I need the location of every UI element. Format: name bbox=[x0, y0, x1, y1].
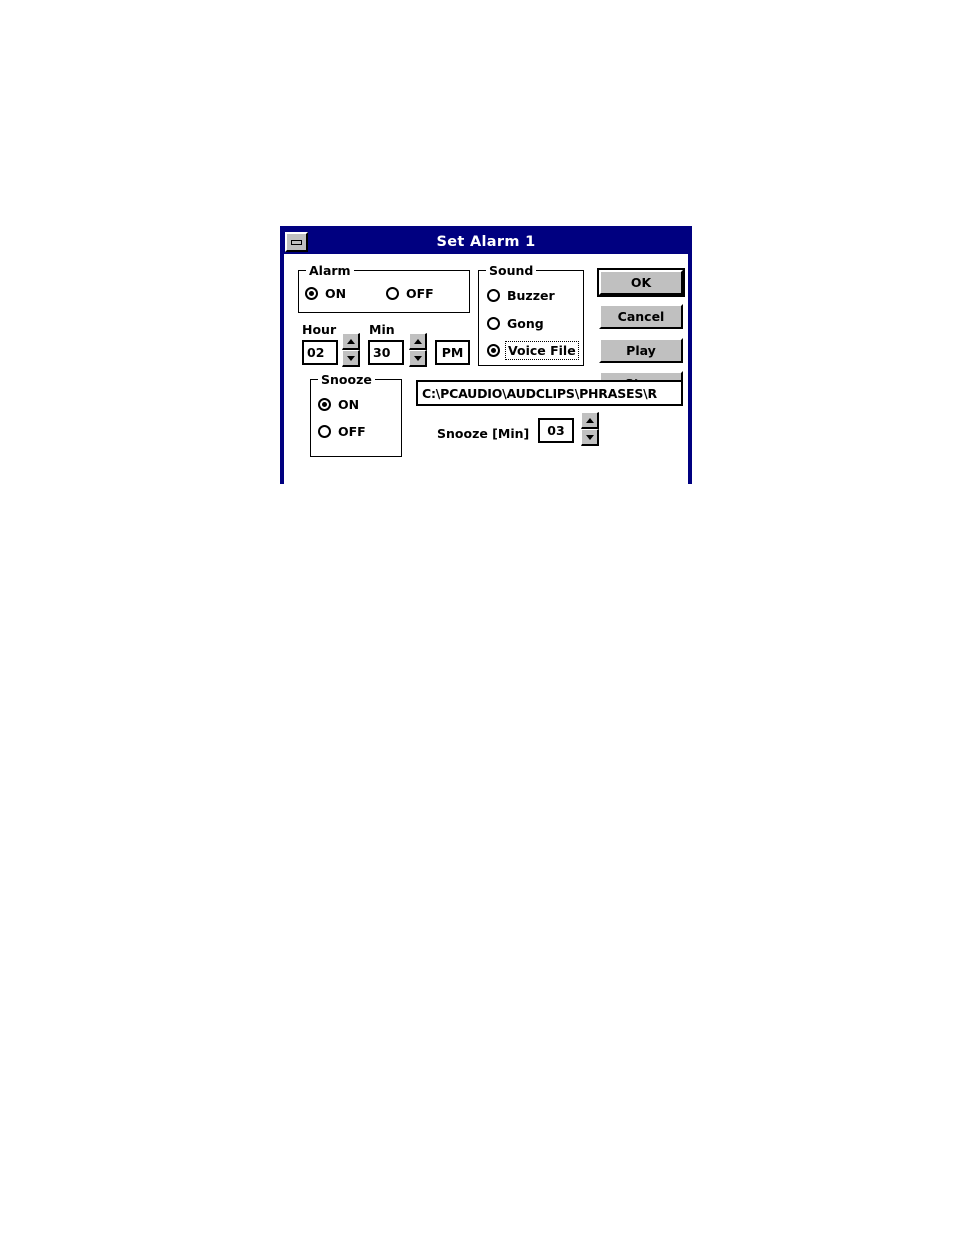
snooze-radio-on-label: ON bbox=[338, 397, 360, 412]
arrow-down-icon bbox=[346, 355, 355, 361]
radio-icon bbox=[318, 398, 331, 411]
hour-spinner-up[interactable] bbox=[342, 333, 360, 350]
sound-group: Sound Buzzer Gong Voice File bbox=[478, 263, 584, 366]
radio-icon bbox=[487, 344, 500, 357]
alarm-radio-on-label: ON bbox=[325, 286, 347, 301]
meridiem-toggle[interactable]: PM bbox=[435, 340, 470, 365]
hour-spinner[interactable] bbox=[342, 333, 360, 367]
hour-label: Hour bbox=[302, 322, 337, 337]
sound-radio-buzzer[interactable]: Buzzer bbox=[487, 288, 555, 303]
sound-radio-voice-file[interactable]: Voice File bbox=[487, 341, 579, 360]
min-input[interactable]: 30 bbox=[368, 340, 404, 365]
radio-icon bbox=[386, 287, 399, 300]
min-spinner-down[interactable] bbox=[409, 350, 427, 367]
arrow-up-icon bbox=[413, 338, 422, 344]
hour-input[interactable]: 02 bbox=[302, 340, 338, 365]
snooze-group-label: Snooze bbox=[318, 372, 375, 387]
set-alarm-dialog: Set Alarm 1 Alarm ON OFF Hour 02 Min 30 … bbox=[280, 226, 692, 484]
alarm-radio-off[interactable]: OFF bbox=[386, 286, 434, 301]
title-bar[interactable]: Set Alarm 1 bbox=[284, 230, 688, 254]
radio-icon bbox=[318, 425, 331, 438]
min-spinner[interactable] bbox=[409, 333, 427, 367]
dialog-client-area: Alarm ON OFF Hour 02 Min 30 PM Sound Buz… bbox=[284, 254, 688, 484]
snooze-radio-off[interactable]: OFF bbox=[318, 424, 366, 439]
radio-icon bbox=[487, 289, 500, 302]
min-label: Min bbox=[369, 322, 395, 337]
snooze-minutes-label: Snooze [Min] bbox=[437, 426, 530, 441]
sound-radio-buzzer-label: Buzzer bbox=[507, 288, 555, 303]
minimize-button[interactable] bbox=[285, 232, 308, 252]
alarm-radio-on[interactable]: ON bbox=[305, 286, 346, 301]
alarm-group-label: Alarm bbox=[306, 263, 354, 278]
snooze-minutes-spinner[interactable] bbox=[581, 412, 599, 446]
arrow-down-icon bbox=[413, 355, 422, 361]
radio-icon bbox=[305, 287, 318, 300]
alarm-group: Alarm ON OFF bbox=[298, 263, 470, 313]
sound-radio-gong[interactable]: Gong bbox=[487, 316, 544, 331]
min-spinner-up[interactable] bbox=[409, 333, 427, 350]
sound-radio-voice-file-label: Voice File bbox=[505, 341, 579, 360]
sound-radio-gong-label: Gong bbox=[507, 316, 544, 331]
alarm-radio-off-label: OFF bbox=[406, 286, 434, 301]
window-title: Set Alarm 1 bbox=[436, 234, 536, 250]
snooze-minutes-input[interactable]: 03 bbox=[538, 418, 574, 443]
arrow-down-icon bbox=[585, 434, 594, 440]
snooze-radio-off-label: OFF bbox=[338, 424, 366, 439]
minimize-icon bbox=[291, 239, 302, 245]
hour-spinner-down[interactable] bbox=[342, 350, 360, 367]
play-button[interactable]: Play bbox=[599, 338, 683, 363]
ok-button[interactable]: OK bbox=[597, 268, 685, 297]
snooze-group: Snooze ON OFF bbox=[310, 372, 402, 457]
voice-file-path-input[interactable]: C:\PCAUDIO\AUDCLIPS\PHRASES\R bbox=[416, 380, 683, 406]
snooze-radio-on[interactable]: ON bbox=[318, 397, 359, 412]
cancel-button[interactable]: Cancel bbox=[599, 304, 683, 329]
snooze-minutes-spinner-down[interactable] bbox=[581, 429, 599, 446]
arrow-up-icon bbox=[346, 338, 355, 344]
arrow-up-icon bbox=[585, 417, 594, 423]
snooze-minutes-spinner-up[interactable] bbox=[581, 412, 599, 429]
sound-group-label: Sound bbox=[486, 263, 537, 278]
radio-icon bbox=[487, 317, 500, 330]
